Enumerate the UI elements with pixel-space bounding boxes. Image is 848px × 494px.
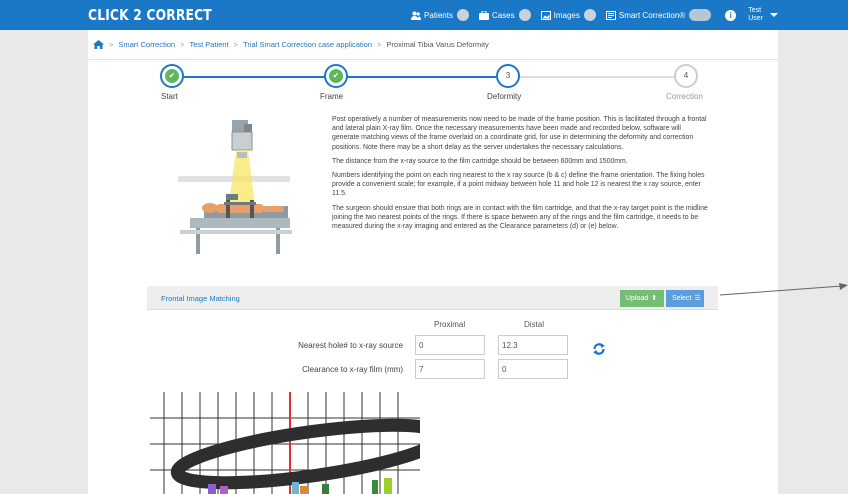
info-icon[interactable]: i (725, 9, 737, 21)
nav-cases-label: Cases (491, 10, 515, 20)
nav-cases[interactable]: Cases (478, 9, 531, 21)
xray-setup-illustration (178, 120, 292, 254)
smart-correction-count-badge (689, 9, 712, 21)
brand-logo[interactable]: CLICK 2 CORRECT (88, 6, 212, 24)
breadcrumb-separator: > (233, 40, 239, 49)
wizard-step-correction[interactable]: 4 (674, 64, 698, 88)
nav-patients[interactable]: Patients (411, 9, 469, 21)
column-header-proximal: Proximal (434, 320, 466, 329)
smart-correction-icon (605, 10, 616, 20)
breadcrumb-item-smart-correction[interactable]: Smart Correction (118, 40, 175, 49)
wizard-step-frame[interactable]: ✔ (324, 64, 348, 88)
wizard-label-correction: Correction (666, 92, 703, 101)
clearance-label: Clearance to x-ray film (mm) (302, 365, 403, 374)
cases-count-badge (518, 9, 531, 21)
breadcrumb-item-patient[interactable]: Test Patient (189, 40, 228, 49)
nav-patients-label: Patients (424, 10, 453, 20)
clearance-proximal-input[interactable] (415, 359, 485, 379)
refresh-icon[interactable] (592, 342, 606, 356)
checkmark-icon: ✔ (329, 69, 343, 83)
breadcrumb-current: Proximal Tibia Varus Deformity (386, 40, 489, 49)
breadcrumb-separator: > (180, 40, 185, 49)
annotation-arrow (719, 283, 848, 296)
main-panel: > Smart Correction > Test Patient > Tria… (88, 30, 778, 494)
nearest-hole-proximal-input[interactable] (415, 335, 485, 355)
instructions-text: Post operatively a number of measurement… (332, 115, 708, 236)
images-count-badge (583, 9, 596, 21)
upload-button-label: Upload (626, 295, 649, 302)
user-last-name: User (748, 15, 763, 22)
patients-count-badge (456, 9, 469, 21)
wizard-label-deformity: Deformity (487, 92, 522, 101)
nav-items: Patients Cases Images Smart Correction® … (401, 0, 778, 30)
instruction-paragraph: The surgeon should ensure that both ring… (332, 204, 708, 231)
instruction-paragraph: Numbers identifying the point on each ri… (332, 172, 705, 198)
instruction-paragraph: Post operatively a number of measurement… (332, 116, 707, 151)
image-icon (540, 10, 551, 20)
wizard-connector-done (172, 76, 348, 78)
user-first-name: Test (748, 7, 762, 14)
breadcrumb: > Smart Correction > Test Patient > Tria… (88, 30, 778, 60)
step-number: 3 (505, 71, 511, 80)
select-button-label: Select (672, 295, 692, 302)
breadcrumb-separator: > (377, 40, 382, 49)
breadcrumb-item-case[interactable]: Trial Smart Correction case application (243, 40, 372, 49)
home-icon[interactable] (93, 40, 104, 49)
wizard-connector-todo (508, 76, 680, 78)
step-number: 4 (683, 71, 689, 80)
chevron-down-icon (770, 13, 778, 17)
frame-grid-preview (150, 392, 420, 494)
wizard-label-frame: Frame (320, 92, 344, 101)
wizard-step-start[interactable]: ✔ (160, 64, 184, 88)
nav-smart-correction[interactable]: Smart Correction® (605, 9, 712, 21)
progress-wizard: ✔ ✔ 3 4 Start Frame Deformity Correction (88, 64, 778, 108)
clearance-distal-input[interactable] (498, 359, 568, 379)
select-button[interactable]: Select ☰ (666, 290, 704, 307)
instruction-paragraph: The distance from the x-ray source to th… (332, 157, 628, 165)
wizard-step-deformity[interactable]: 3 (496, 64, 520, 88)
nav-smart-correction-label: Smart Correction® (618, 10, 686, 20)
checkmark-icon: ✔ (165, 69, 179, 83)
wizard-connector-done (348, 76, 508, 78)
users-icon (411, 11, 422, 20)
upload-button[interactable]: Upload ⬆ (620, 290, 664, 307)
wizard-label-start: Start (161, 92, 178, 101)
frontal-image-matching-bar: Frontal Image Matching Upload ⬆ Select ☰ (147, 286, 718, 310)
frontal-image-matching-title: Frontal Image Matching (161, 294, 240, 303)
upload-icon: ⬆ (651, 295, 658, 302)
nav-images[interactable]: Images (540, 9, 596, 21)
list-icon: ☰ (694, 295, 701, 302)
nearest-hole-label: Nearest hole# to x-ray source (298, 341, 403, 350)
nearest-hole-distal-input[interactable] (498, 335, 568, 355)
briefcase-icon (478, 10, 489, 20)
column-header-distal: Distal (524, 320, 545, 329)
user-menu[interactable]: Test User (748, 7, 778, 23)
breadcrumb-separator: > (109, 40, 114, 49)
top-navbar: CLICK 2 CORRECT Patients Cases Images Sm… (0, 0, 848, 30)
nav-images-label: Images (553, 10, 580, 20)
